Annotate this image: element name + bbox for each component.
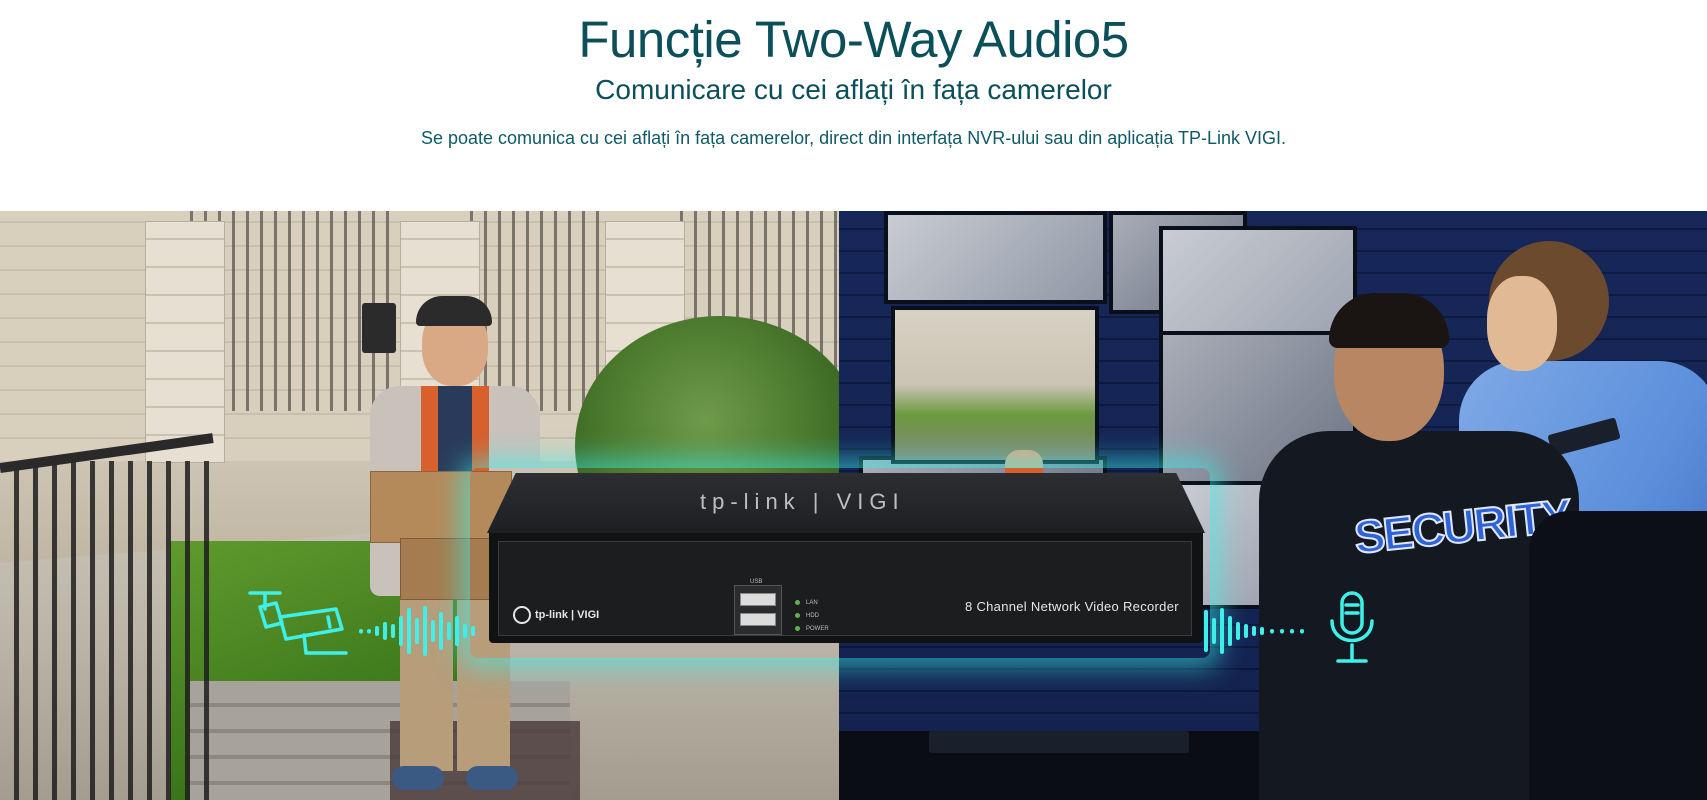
monitor <box>884 211 1107 304</box>
led-indicator <box>795 613 800 618</box>
courier-cap <box>416 296 492 326</box>
led-power: POWER <box>795 622 829 635</box>
hero-banner: SECURITY tp-link | VIGI tp-link | VIGI 8… <box>0 211 1707 800</box>
nvr-front-panel <box>498 541 1192 636</box>
led-label: HDD <box>806 612 819 619</box>
sound-wave-right <box>1204 608 1304 654</box>
guard-hair <box>1329 293 1449 348</box>
nvr-front-logo-text: tp-link | VIGI <box>535 608 600 621</box>
page-description: Se poate comunica cu cei aflați în fața … <box>420 128 1287 148</box>
led-label: POWER <box>806 625 829 632</box>
page-subtitle: Comunicare cu cei aflați în fața camerel… <box>595 74 1112 105</box>
security-patch-label: SECURITY <box>1351 488 1574 564</box>
iron-railing <box>0 461 210 800</box>
led-label: LAN <box>806 599 818 606</box>
security-guard: SECURITY <box>1259 293 1579 800</box>
shoe <box>466 766 518 790</box>
keyboard <box>929 731 1189 753</box>
led-hdd: HDD <box>795 609 829 622</box>
nvr-top-logo: tp-link | VIGI <box>700 489 905 514</box>
nvr-front-logo: tp-link | VIGI <box>513 606 599 624</box>
sound-wave-left <box>359 606 475 656</box>
header: Funcție Two-Way Audio5 Comunicare cu cei… <box>0 0 1707 211</box>
camera-feed-monitor <box>891 306 1099 550</box>
office-chair <box>1529 511 1707 800</box>
tp-link-logo-icon <box>513 606 531 624</box>
security-camera-icon <box>248 591 348 655</box>
led-lan: LAN <box>795 596 829 609</box>
shoe <box>392 766 444 790</box>
nvr-model-label: 8 Channel Network Video Recorder <box>965 599 1179 614</box>
led-indicator <box>795 600 800 605</box>
usb-port <box>740 593 776 606</box>
security-patch: SECURITY <box>1351 488 1574 564</box>
pillar <box>145 221 225 463</box>
led-indicator <box>795 626 800 631</box>
status-leds: LAN HDD POWER <box>795 596 829 635</box>
usb-port <box>740 613 776 626</box>
page-title: Funcție Two-Way Audio5 <box>578 11 1129 68</box>
microphone-icon <box>1330 591 1374 663</box>
usb-ports <box>734 585 782 635</box>
